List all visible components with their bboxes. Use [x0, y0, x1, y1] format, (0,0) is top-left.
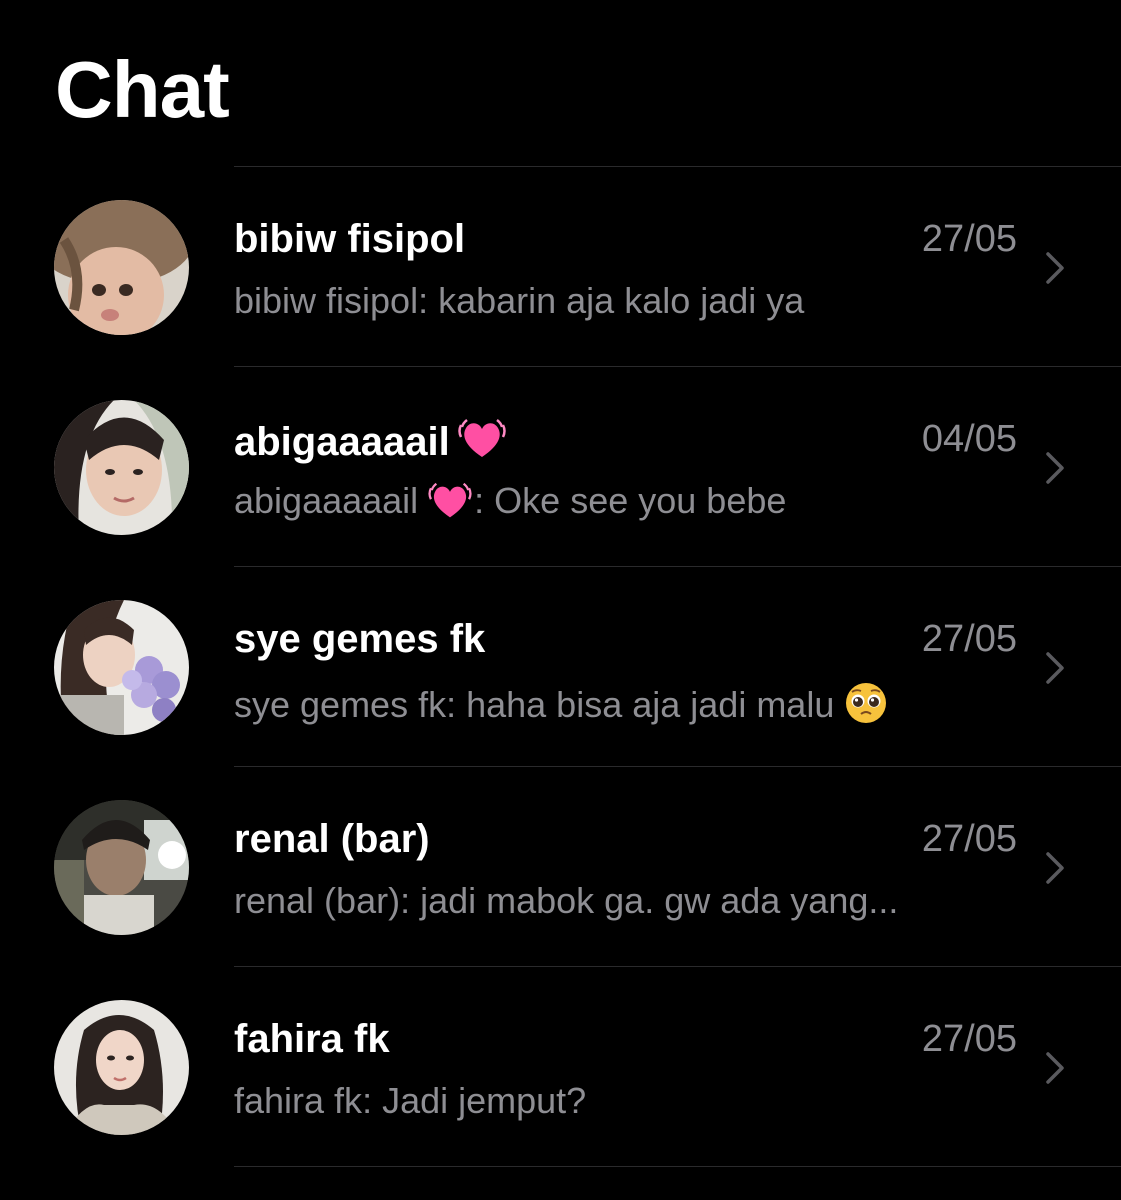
chat-row-bibiw-fisipol[interactable]: bibiw fisipol 27/05 bibiw fisipol: kabar…	[0, 167, 1121, 366]
chevron-right-icon	[1046, 852, 1064, 884]
pleading-face-icon	[846, 683, 887, 723]
chat-preview: fahira fk: Jadi jemput?	[234, 1081, 1024, 1121]
chat-name: abigaaaaail	[234, 417, 506, 464]
avatar[interactable]	[54, 600, 189, 735]
chat-preview: renal (bar): jadi mabok ga. gw ada yang.…	[234, 881, 1024, 921]
preview-text: : jadi mabok ga. gw ada yang...	[400, 881, 899, 921]
chat-row-sye-gemes-fk[interactable]: sye gemes fk 27/05 sye gemes fk: haha bi…	[0, 567, 1121, 766]
chat-row-renal-bar[interactable]: renal (bar) 27/05 renal (bar): jadi mabo…	[0, 767, 1121, 966]
preview-text: : haha bisa aja jadi malu	[446, 684, 835, 725]
chat-row-fahira-fk[interactable]: fahira fk 27/05 fahira fk: Jadi jemput?	[0, 967, 1121, 1166]
avatar[interactable]	[54, 400, 189, 535]
chat-name: sye gemes fk	[234, 617, 486, 661]
chat-date: 27/05	[921, 618, 1017, 660]
avatar-photo	[54, 200, 189, 335]
pulsing-heart-icon	[457, 419, 506, 457]
preview-sender: fahira fk	[234, 1081, 363, 1121]
chevron-right-icon	[1046, 1052, 1064, 1084]
page-title: Chat	[55, 45, 230, 134]
pulsing-heart-icon	[428, 482, 472, 518]
avatar[interactable]	[54, 200, 189, 335]
avatar[interactable]	[54, 800, 189, 935]
chat-row-abigaaaaail[interactable]: abigaaaaail 04/05 abigaaaaail : Oke see y…	[0, 367, 1121, 566]
chat-date: 27/05	[921, 818, 1017, 860]
chat-name: fahira fk	[234, 1017, 390, 1061]
avatar-photo	[54, 1000, 189, 1135]
avatar-photo	[54, 400, 189, 535]
avatar[interactable]	[54, 1000, 189, 1135]
chat-date: 27/05	[921, 1018, 1017, 1060]
chat-preview: sye gemes fk: haha bisa aja jadi malu	[234, 681, 1024, 725]
preview-sender: bibiw fisipol	[234, 281, 419, 321]
preview-sender: abigaaaaail	[234, 481, 419, 521]
avatar-photo	[54, 600, 189, 735]
chevron-right-icon	[1046, 452, 1064, 484]
chat-date: 27/05	[921, 218, 1017, 260]
avatar-photo	[54, 800, 189, 935]
chat-name: bibiw fisipol	[234, 217, 466, 261]
preview-sender: renal (bar)	[234, 881, 401, 921]
chat-date: 04/05	[921, 418, 1017, 460]
preview-text: : Oke see you bebe	[474, 481, 787, 521]
preview-text: : kabarin aja kalo jadi ya	[418, 281, 805, 321]
divider	[234, 1166, 1121, 1167]
chat-name: renal (bar)	[234, 817, 430, 861]
preview-sender: sye gemes fk	[234, 684, 447, 725]
chevron-right-icon	[1046, 652, 1064, 684]
chevron-right-icon	[1046, 252, 1064, 284]
preview-text: : Jadi jemput?	[362, 1081, 587, 1121]
chat-list: bibiw fisipol 27/05 bibiw fisipol: kabar…	[0, 166, 1121, 1167]
chat-preview: bibiw fisipol: kabarin aja kalo jadi ya	[234, 281, 1024, 321]
chat-preview: abigaaaaail : Oke see you bebe	[234, 481, 1024, 521]
